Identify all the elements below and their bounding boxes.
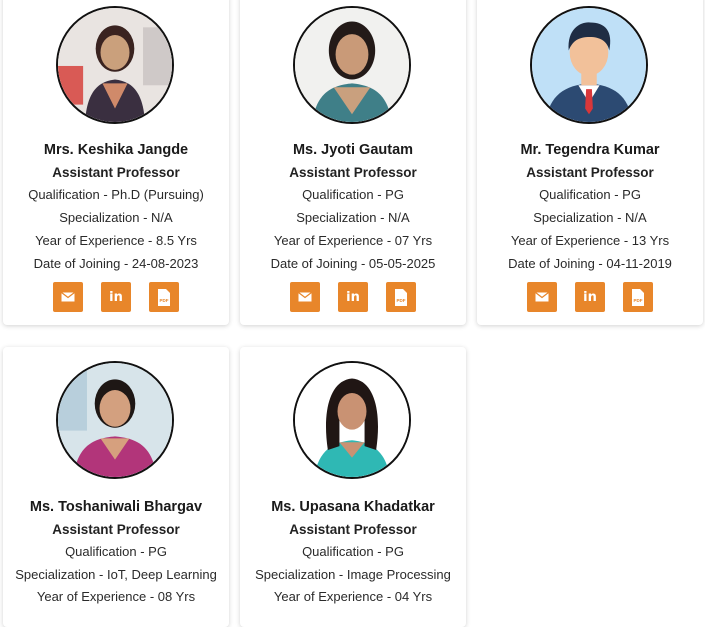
linkedin-icon[interactable]: in xyxy=(101,282,131,312)
contact-icons: in PDF xyxy=(3,282,229,312)
pdf-icon-text: PDF xyxy=(634,298,643,303)
contact-icons: in PDF xyxy=(477,282,703,312)
faculty-qualification: Qualification - PG xyxy=(302,187,404,202)
email-icon[interactable] xyxy=(527,282,557,312)
faculty-experience: Year of Experience - 04 Yrs xyxy=(273,589,433,604)
linkedin-icon[interactable]: in xyxy=(338,282,368,312)
faculty-card: Ms. Upasana Khadatkar Assistant Professo… xyxy=(240,347,466,627)
faculty-specialization: Specialization - IoT, Deep Learning xyxy=(15,567,217,582)
faculty-joining-date: Date of Joining - 05-05-2025 xyxy=(270,256,436,271)
faculty-designation: Assistant Professor xyxy=(526,165,654,180)
faculty-qualification: Qualification - PG xyxy=(302,544,404,559)
email-icon[interactable] xyxy=(290,282,320,312)
faculty-card: Mrs. Keshika Jangde Assistant Professor … xyxy=(3,0,229,325)
faculty-specialization: Specialization - N/A xyxy=(533,210,647,225)
pdf-icon-text: PDF xyxy=(160,298,169,303)
faculty-designation: Assistant Professor xyxy=(289,165,417,180)
faculty-designation: Assistant Professor xyxy=(289,522,417,537)
faculty-photo xyxy=(56,361,174,479)
faculty-qualification: Qualification - Ph.D (Pursuing) xyxy=(28,187,204,202)
faculty-joining-date: Date of Joining - 24-08-2023 xyxy=(33,256,199,271)
faculty-photo xyxy=(56,6,174,124)
faculty-card: Mr. Tegendra Kumar Assistant Professor Q… xyxy=(477,0,703,325)
faculty-specialization: Specialization - Image Processing xyxy=(255,567,451,582)
faculty-photo xyxy=(530,6,648,124)
email-icon[interactable] xyxy=(53,282,83,312)
pdf-icon[interactable]: PDF xyxy=(149,282,179,312)
faculty-card: Ms. Jyoti Gautam Assistant Professor Qua… xyxy=(240,0,466,325)
faculty-photo xyxy=(293,6,411,124)
faculty-name: Mr. Tegendra Kumar xyxy=(520,142,660,158)
pdf-icon-text: PDF xyxy=(397,298,406,303)
linkedin-icon[interactable]: in xyxy=(575,282,605,312)
faculty-qualification: Qualification - PG xyxy=(65,544,167,559)
faculty-qualification: Qualification - PG xyxy=(539,187,641,202)
faculty-experience: Year of Experience - 08 Yrs xyxy=(36,589,196,604)
faculty-designation: Assistant Professor xyxy=(52,165,180,180)
faculty-specialization: Specialization - N/A xyxy=(59,210,173,225)
faculty-name: Ms. Jyoti Gautam xyxy=(292,142,414,158)
faculty-joining-date: Date of Joining - 04-11-2019 xyxy=(508,256,672,271)
faculty-name: Ms. Toshaniwali Bhargav xyxy=(29,499,203,515)
pdf-icon[interactable]: PDF xyxy=(386,282,416,312)
faculty-designation: Assistant Professor xyxy=(52,522,180,537)
faculty-experience: Year of Experience - 13 Yrs xyxy=(510,233,670,248)
contact-icons: in PDF xyxy=(240,282,466,312)
faculty-experience: Year of Experience - 8.5 Yrs xyxy=(35,233,197,248)
faculty-experience: Year of Experience - 07 Yrs xyxy=(273,233,433,248)
faculty-name: Ms. Upasana Khadatkar xyxy=(271,499,435,515)
faculty-card: Ms. Toshaniwali Bhargav Assistant Profes… xyxy=(3,347,229,627)
faculty-name: Mrs. Keshika Jangde xyxy=(43,142,189,158)
pdf-icon[interactable]: PDF xyxy=(623,282,653,312)
faculty-photo xyxy=(293,361,411,479)
faculty-specialization: Specialization - N/A xyxy=(296,210,410,225)
